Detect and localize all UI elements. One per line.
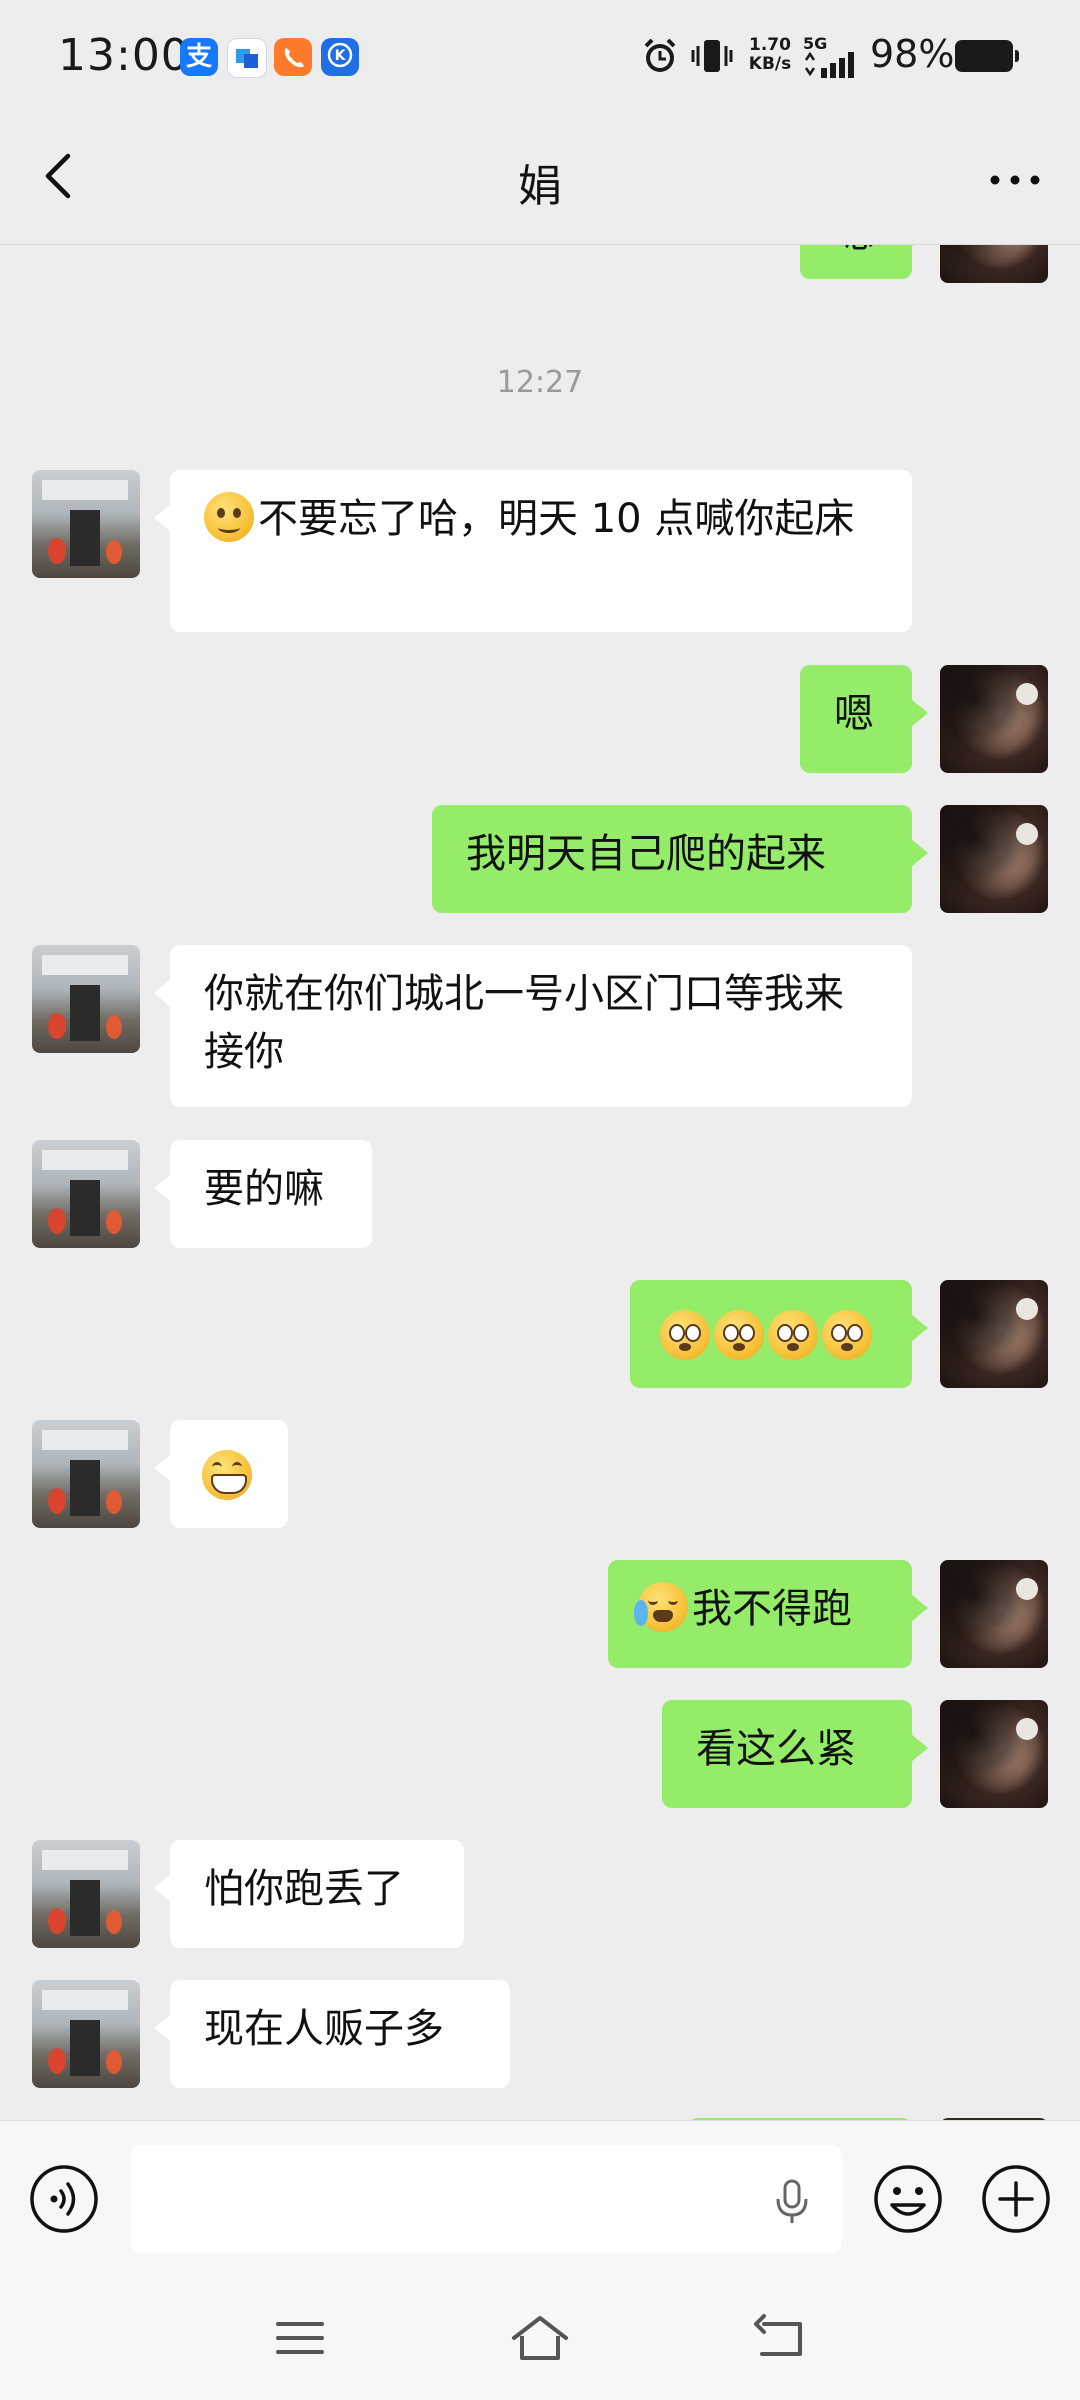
home-icon[interactable] [508, 2310, 572, 2366]
menu-icon[interactable] [268, 2310, 332, 2366]
vibrate-icon [691, 40, 733, 72]
contact-avatar[interactable] [32, 1420, 140, 1528]
message-bubble-self[interactable]: 嗯 [800, 245, 928, 279]
cry-laugh-emoji-icon [634, 1582, 688, 1632]
battery-percent: 98% [870, 32, 955, 76]
battery-icon [955, 40, 1019, 72]
message-text: 不要忘了哈，明天 10 点喊你起床 [258, 496, 855, 542]
flushed-emoji-icon [714, 1310, 764, 1360]
flushed-emoji-icon [768, 1310, 818, 1360]
self-avatar[interactable] [940, 1280, 1048, 1388]
message-bubble-self[interactable]: 嗯 [800, 665, 928, 773]
message-bubble-self[interactable]: 我不得跑 [608, 1560, 928, 1668]
contact-avatar[interactable] [32, 1980, 140, 2088]
more-options-icon[interactable] [980, 150, 1050, 210]
input-bar [0, 2120, 1080, 2281]
message-bubble-self[interactable]: 看这么紧 [662, 1700, 928, 1808]
message-bubble-contact[interactable] [154, 1420, 288, 1528]
chat-header: 娟 [0, 110, 1080, 245]
flushed-emoji-icon [660, 1310, 710, 1360]
emoji-icon[interactable] [872, 2163, 944, 2235]
grin-emoji-icon [202, 1450, 252, 1500]
message-text: 我不得跑 [692, 1586, 852, 1632]
system-nav-bar [0, 2280, 1080, 2400]
message-bubble-contact[interactable]: 怕你跑丢了 [154, 1840, 464, 1948]
chat-screen: 13:00 支 K 1.70 KB/s 5G 98% 娟 12:27 不要忘了哈… [0, 0, 1080, 2400]
message-bubble-self[interactable] [630, 1280, 928, 1388]
contact-avatar[interactable] [32, 1140, 140, 1248]
smile-emoji-icon [204, 492, 254, 542]
contact-avatar[interactable] [32, 1840, 140, 1948]
message-bubble-contact[interactable]: 不要忘了哈，明天 10 点喊你起床 [154, 470, 912, 632]
message-bubble-self[interactable]: 我明天自己爬的起来 [432, 805, 928, 913]
message-bubble-contact[interactable]: 你就在你们城北一号小区门口等我来接你 [154, 945, 912, 1107]
network-type: 5G [803, 34, 828, 53]
network-speed: 1.70 KB/s [748, 35, 792, 74]
microphone-icon[interactable] [770, 2177, 814, 2225]
message-timestamp: 12:27 [496, 365, 584, 400]
self-avatar[interactable] [940, 665, 1048, 773]
self-avatar[interactable] [940, 805, 1048, 913]
message-input[interactable] [130, 2145, 842, 2253]
flushed-emoji-icon [822, 1310, 872, 1360]
alipay-icon: 支 [180, 38, 218, 76]
status-time: 13:00 [58, 30, 190, 81]
contact-avatar[interactable] [32, 945, 140, 1053]
svg-text:K: K [335, 48, 347, 64]
cloud-app-icon [227, 38, 267, 78]
k-app-icon: K [321, 38, 359, 76]
alarm-icon [644, 38, 676, 72]
call-app-icon [274, 38, 312, 76]
chat-title: 娟 [518, 161, 562, 212]
more-functions-plus-icon[interactable] [980, 2163, 1052, 2235]
signal-icon [804, 52, 854, 78]
self-avatar[interactable] [940, 245, 1048, 283]
status-bar: 13:00 支 K 1.70 KB/s 5G 98% [0, 0, 1080, 110]
back-nav-icon[interactable] [748, 2310, 812, 2366]
message-list[interactable]: 嗯 12:27 不要忘了哈，明天 10 点喊你起床 嗯 我明天自己爬的起来 你就… [0, 245, 1080, 2120]
message-bubble-contact[interactable]: 要的嘛 [154, 1140, 372, 1248]
self-avatar[interactable] [940, 1560, 1048, 1668]
self-avatar[interactable] [940, 1700, 1048, 1808]
contact-avatar[interactable] [32, 470, 140, 578]
message-bubble-contact[interactable]: 现在人贩子多 [154, 1980, 510, 2088]
voice-input-icon[interactable] [28, 2163, 100, 2235]
